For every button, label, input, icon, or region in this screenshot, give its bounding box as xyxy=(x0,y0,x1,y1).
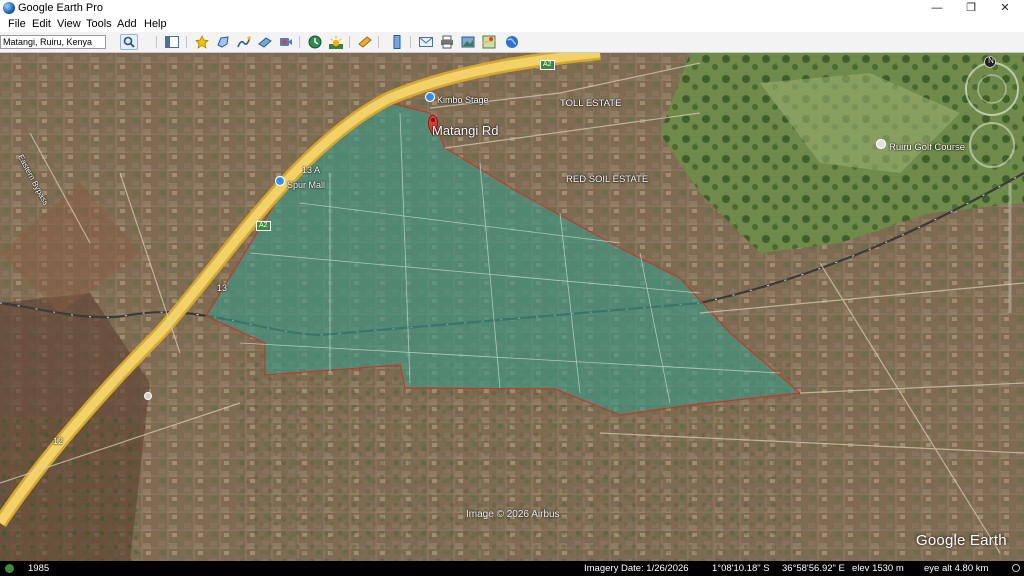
longitude-readout: 36°58'56.92" E xyxy=(782,563,845,574)
label-spur-mall[interactable]: Spur Mall xyxy=(287,180,325,190)
minimize-button[interactable]: — xyxy=(920,0,954,16)
toolbar-separator xyxy=(156,36,157,48)
satellite-imagery[interactable] xyxy=(0,53,1024,561)
record-tour-button[interactable] xyxy=(277,34,295,50)
search-input[interactable] xyxy=(0,35,106,49)
historical-imagery-icon xyxy=(308,35,322,49)
save-image-icon xyxy=(461,36,475,48)
label-stop-12: 12 xyxy=(53,436,64,446)
earth-button[interactable] xyxy=(503,34,521,50)
print-button[interactable] xyxy=(438,34,456,50)
add-image-overlay-icon xyxy=(258,37,272,48)
sidebar-toggle-icon xyxy=(165,36,179,48)
status-bar: 1985 Imagery Date: 1/26/2026 1°08'10.18"… xyxy=(0,561,1024,576)
placemark-pin-dot xyxy=(431,118,435,122)
toolbar-separator xyxy=(378,36,379,48)
menu-file[interactable]: File xyxy=(8,18,26,30)
toolbar-separator xyxy=(349,36,350,48)
view-in-maps-icon xyxy=(482,35,496,49)
add-polygon-button[interactable] xyxy=(214,34,232,50)
record-tour-icon xyxy=(280,38,292,46)
bus-stop-icon[interactable] xyxy=(424,91,436,103)
add-path-icon xyxy=(237,36,251,48)
menu-view[interactable]: View xyxy=(57,18,81,30)
menu-edit[interactable]: Edit xyxy=(32,18,51,30)
historical-year[interactable]: 1985 xyxy=(28,563,49,574)
latitude-readout: 1°08'10.18" S xyxy=(712,563,770,574)
imagery-date: Imagery Date: 1/26/2026 xyxy=(584,563,689,574)
add-image-overlay-button[interactable] xyxy=(256,34,274,50)
poi-icon[interactable] xyxy=(144,392,152,400)
label-kimbo-stage[interactable]: Kimbo Stage xyxy=(437,95,489,105)
label-red-soil-estate[interactable]: RED SOIL ESTATE xyxy=(566,174,648,185)
toolbar xyxy=(0,32,1024,53)
toolbar-separator xyxy=(186,36,187,48)
email-button[interactable] xyxy=(417,34,435,50)
compass-north-label: N xyxy=(988,56,994,65)
search-icon xyxy=(123,36,135,48)
streaming-indicator-icon xyxy=(1012,564,1020,572)
historical-imagery-icon[interactable] xyxy=(5,564,14,573)
planets-button[interactable] xyxy=(356,34,374,50)
imagery-attribution: Image © 2026 Airbus xyxy=(466,509,560,520)
menu-add[interactable]: Add xyxy=(117,18,137,30)
ruler-icon xyxy=(393,35,401,49)
add-placemark-icon xyxy=(195,35,209,49)
save-image-button[interactable] xyxy=(459,34,477,50)
view-in-maps-button[interactable] xyxy=(480,34,498,50)
add-path-button[interactable] xyxy=(235,34,253,50)
menu-help[interactable]: Help xyxy=(144,18,167,30)
sunlight-button[interactable] xyxy=(327,34,345,50)
label-toll-estate[interactable]: TOLL ESTATE xyxy=(560,98,621,109)
sidebar-toggle-button[interactable] xyxy=(163,34,181,50)
menu-bar: File Edit View Tools Add Help xyxy=(0,16,1024,32)
earth-icon xyxy=(506,36,518,48)
toolbar-separator xyxy=(299,36,300,48)
label-ruiru-golf-course[interactable]: Ruiru Golf Course xyxy=(889,142,965,153)
shopping-icon[interactable] xyxy=(274,175,286,187)
google-earth-watermark: Google Earth xyxy=(916,532,1007,549)
ruler-button[interactable] xyxy=(388,34,406,50)
maximize-button[interactable]: ❐ xyxy=(954,0,988,16)
toolbar-separator xyxy=(410,36,411,48)
menu-tools[interactable]: Tools xyxy=(86,18,112,30)
map-view[interactable]: N Kimbo Stage Matangi Rd TOLL ESTATE RED… xyxy=(0,53,1024,561)
close-button[interactable]: ✕ xyxy=(988,0,1022,16)
email-icon xyxy=(419,37,433,47)
eye-altitude-readout: eye alt 4.80 km xyxy=(924,563,989,574)
road-shield-a2: A2 xyxy=(256,221,271,231)
label-matangi-rd[interactable]: Matangi Rd xyxy=(432,123,498,138)
golf-icon[interactable] xyxy=(875,138,887,150)
search-button[interactable] xyxy=(120,34,138,50)
print-icon xyxy=(441,35,453,49)
label-stop-13a: 13 A xyxy=(302,165,321,175)
sunlight-icon xyxy=(329,36,343,49)
historical-imagery-button[interactable] xyxy=(306,34,324,50)
elevation-readout: elev 1530 m xyxy=(852,563,904,574)
label-stop-13: 13 xyxy=(217,283,228,293)
window-title: Google Earth Pro xyxy=(18,2,103,14)
planets-icon xyxy=(358,36,372,48)
title-bar: Google Earth Pro — ❐ ✕ xyxy=(0,0,1024,16)
add-placemark-button[interactable] xyxy=(193,34,211,50)
road-shield-a2: A2 xyxy=(540,60,555,70)
add-polygon-icon xyxy=(217,36,229,48)
google-earth-app-icon xyxy=(3,2,15,14)
